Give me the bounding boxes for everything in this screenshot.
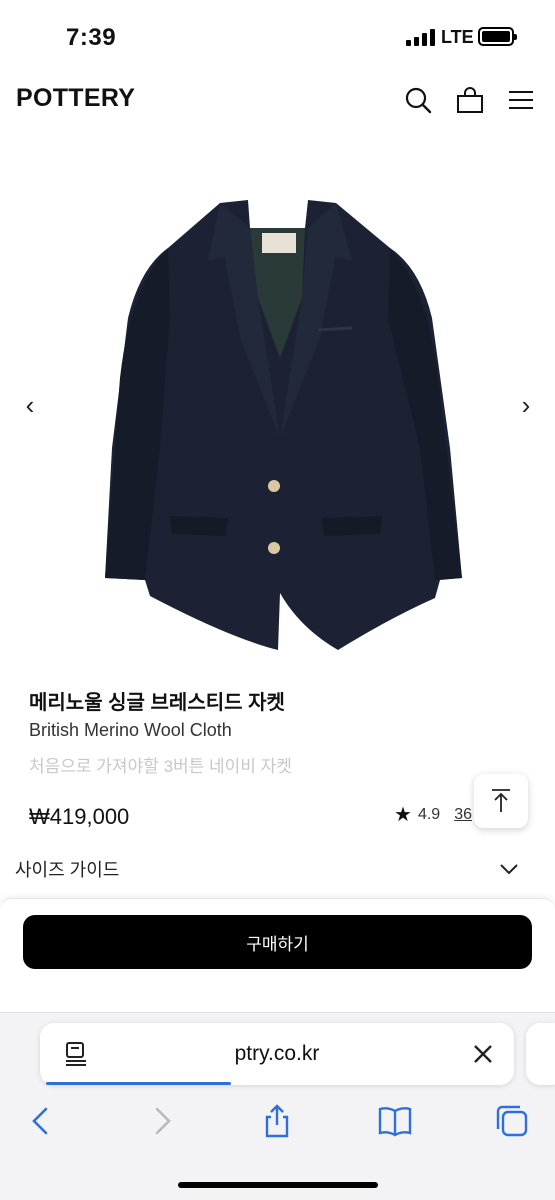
- arrow-up-icon: [492, 789, 510, 812]
- menu-icon[interactable]: [507, 86, 535, 114]
- address-bar[interactable]: ptry.co.kr: [40, 1023, 514, 1085]
- product-title: 메리노울 싱글 브레스티드 자켓: [29, 692, 285, 714]
- prev-image-button[interactable]: ‹: [18, 390, 42, 421]
- signal-icon: [406, 28, 436, 46]
- review-count-link[interactable]: 36: [454, 806, 472, 824]
- product-subtitle: British Merino Wool Cloth: [29, 720, 232, 740]
- size-guide-toggle[interactable]: 사이즈 가이드: [15, 856, 119, 882]
- page-load-progress: [46, 1082, 231, 1085]
- browser-toolbar: ptry.co.kr: [0, 1012, 555, 1200]
- network-label: LTE: [441, 27, 474, 47]
- home-indicator[interactable]: [178, 1182, 378, 1188]
- rating-value: 4.9: [417, 805, 441, 823]
- buy-button[interactable]: 구매하기: [23, 915, 532, 969]
- product-image: [105, 200, 462, 650]
- share-icon[interactable]: [259, 1103, 295, 1139]
- brand-logo[interactable]: POTTERY: [16, 84, 135, 113]
- product-gallery[interactable]: ‹ ›: [0, 150, 555, 660]
- product-rating[interactable]: ★ 4.9 36: [394, 802, 472, 827]
- scroll-to-top-button[interactable]: [474, 774, 528, 828]
- search-icon[interactable]: [404, 86, 432, 114]
- purchase-panel: 구매하기: [0, 898, 555, 1018]
- product-price: ₩419,000: [29, 804, 130, 829]
- back-icon[interactable]: [24, 1103, 60, 1139]
- shopping-bag-icon[interactable]: [456, 86, 484, 114]
- bookmarks-icon[interactable]: [377, 1103, 413, 1139]
- chevron-down-icon[interactable]: [498, 858, 520, 880]
- next-tab-card[interactable]: [526, 1023, 555, 1085]
- site-header: POTTERY: [0, 72, 555, 128]
- status-bar: 7:39 LTE: [0, 0, 555, 72]
- tabs-icon[interactable]: [494, 1103, 530, 1139]
- status-time: 7:39: [66, 24, 117, 51]
- star-icon: ★: [394, 804, 412, 826]
- url-text: ptry.co.kr: [234, 1042, 320, 1065]
- stop-loading-icon[interactable]: [472, 1043, 494, 1065]
- forward-icon[interactable]: [143, 1103, 179, 1139]
- product-description: 처음으로 가져야할 3버튼 네이비 자켓: [29, 757, 292, 776]
- next-image-button[interactable]: ›: [514, 390, 538, 421]
- battery-icon: [478, 27, 517, 46]
